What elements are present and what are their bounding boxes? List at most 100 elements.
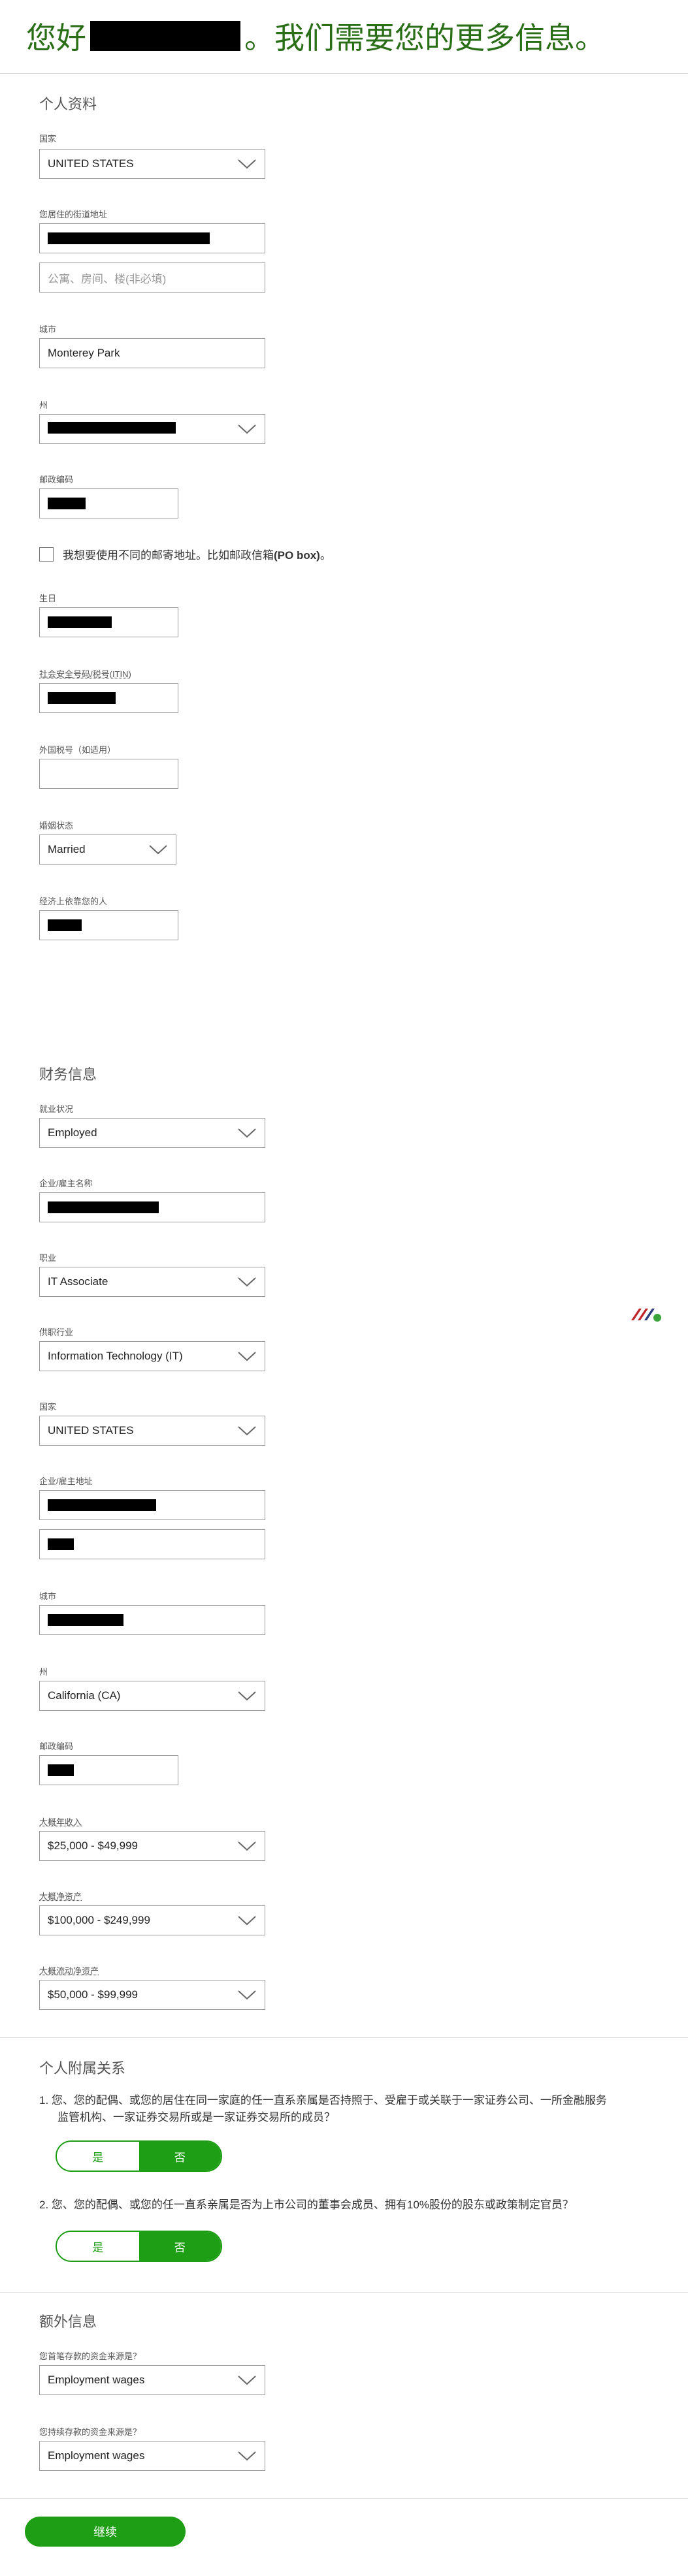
chevron-down-icon: [235, 1348, 257, 1364]
greeting-suffix: 。我们需要您的更多信息。: [244, 21, 605, 55]
chevron-down-icon: [235, 1838, 257, 1854]
chevron-down-icon: [235, 2448, 257, 2464]
brand-logo-icon: [631, 1309, 661, 1322]
employer-name-label: 企业/雇主名称: [39, 1179, 93, 1188]
affiliation-2-yes[interactable]: 是: [57, 2232, 139, 2261]
dependents-label: 经济上依靠您的人: [39, 897, 108, 906]
foreign-tax-label: 外国税号（如适用）: [39, 745, 116, 755]
chevron-down-icon: [235, 1987, 257, 2003]
industry-label: 供职行业: [39, 1328, 74, 1337]
redacted-value: [48, 1499, 156, 1511]
street-address-label: 您居住的街道地址: [39, 210, 108, 219]
ssn-input[interactable]: [39, 683, 178, 713]
annual-income-select[interactable]: $25,000 - $49,999: [39, 1831, 265, 1861]
employer-state-select[interactable]: California (CA): [39, 1681, 265, 1711]
initial-fund-source-value: Employment wages: [48, 2374, 145, 2386]
city-label: 城市: [39, 325, 57, 334]
personal-info-title: 个人资料: [39, 96, 97, 112]
state-select-value: [48, 421, 235, 437]
different-mailing-address[interactable]: 我想要使用不同的邮寄地址。比如邮政信箱(PO box)。: [39, 546, 331, 562]
employment-status-label: 就业状况: [39, 1104, 74, 1114]
extra-info-title: 额外信息: [39, 2314, 97, 2330]
industry-select[interactable]: Information Technology (IT): [39, 1341, 265, 1371]
occupation-select[interactable]: IT Associate: [39, 1267, 265, 1297]
affiliation-2-toggle[interactable]: 是 否: [56, 2231, 222, 2262]
liquid-net-worth-value: $50,000 - $99,999: [48, 1988, 139, 2001]
mailing-address-checkbox[interactable]: [39, 547, 54, 562]
redacted-value: [48, 1614, 123, 1626]
affiliation-question-2: 2. 您、您的配偶、或您的任一直系亲属是否为上市公司的董事会成员、拥有10%股份…: [39, 2199, 574, 2211]
net-worth-select[interactable]: $100,000 - $249,999: [39, 1905, 265, 1935]
employer-address-input[interactable]: [39, 1490, 265, 1520]
city-input[interactable]: Monterey Park: [39, 338, 265, 368]
employer-zip-label: 邮政编码: [39, 1741, 74, 1751]
continue-button[interactable]: 继续: [25, 2517, 186, 2547]
birthday-input[interactable]: [39, 607, 178, 637]
liquid-net-worth-select[interactable]: $50,000 - $99,999: [39, 1980, 265, 2010]
chevron-down-icon: [235, 1423, 257, 1439]
country-select-value: UNITED STATES: [48, 157, 134, 170]
net-worth-label: 大概净资产: [39, 1892, 82, 1901]
occupation-label: 职业: [39, 1253, 57, 1263]
employer-state-value: California (CA): [48, 1689, 121, 1702]
chevron-down-icon: [235, 1274, 257, 1290]
occupation-value: IT Associate: [48, 1275, 108, 1288]
employer-name-input[interactable]: [39, 1192, 265, 1222]
annual-income-label: 大概年收入: [39, 1817, 82, 1827]
chevron-down-icon: [146, 842, 168, 857]
redacted-value: [48, 1538, 74, 1550]
street-address-input[interactable]: [39, 223, 265, 253]
affiliation-1-no[interactable]: 否: [139, 2142, 221, 2171]
zip-input[interactable]: [39, 488, 178, 518]
marital-status-label: 婚姻状态: [39, 821, 74, 831]
country-select[interactable]: UNITED STATES: [39, 149, 265, 179]
initial-fund-source-select[interactable]: Employment wages: [39, 2365, 265, 2395]
address-line2-input[interactable]: 公寓、房间、楼(非必填): [39, 262, 265, 293]
dependents-input[interactable]: [39, 910, 178, 940]
affiliation-1-yes[interactable]: 是: [57, 2142, 139, 2171]
state-label: 州: [39, 400, 48, 410]
employer-city-input[interactable]: [39, 1605, 265, 1635]
redacted-value: [48, 1201, 159, 1213]
birthday-label: 生日: [39, 594, 57, 603]
employer-address-line2-input[interactable]: [39, 1529, 265, 1559]
affiliation-1-toggle[interactable]: 是 否: [56, 2140, 222, 2172]
redacted-name: [90, 21, 240, 51]
redacted-value: [48, 498, 86, 509]
employer-country-select[interactable]: UNITED STATES: [39, 1416, 265, 1446]
net-worth-value: $100,000 - $249,999: [48, 1914, 150, 1926]
affiliation-2-no[interactable]: 否: [139, 2232, 221, 2261]
affiliations-title: 个人附属关系: [39, 2060, 126, 2076]
initial-fund-source-label: 您首笔存款的资金来源是？: [39, 2351, 142, 2361]
foreign-tax-input[interactable]: [39, 759, 178, 789]
affiliation-question-1: 1. 您、您的配偶、或您的居住在同一家庭的任一直系亲属是否持照于、受雇于或关联于…: [39, 2094, 607, 2123]
annual-income-value: $25,000 - $49,999: [48, 1839, 139, 1852]
marital-status-select[interactable]: Married: [39, 835, 176, 865]
chevron-down-icon: [235, 1688, 257, 1704]
employment-status-select[interactable]: Employed: [39, 1118, 265, 1148]
ongoing-fund-source-label: 您持续存款的资金来源是？: [39, 2427, 142, 2437]
redacted-value: [48, 421, 176, 434]
chevron-down-icon: [235, 1125, 257, 1141]
state-select[interactable]: [39, 414, 265, 444]
section-divider: [0, 2037, 688, 2038]
employment-status-value: Employed: [48, 1126, 97, 1139]
employer-state-label: 州: [39, 1667, 48, 1677]
redacted-value: [48, 919, 82, 931]
employer-country-label: 国家: [39, 1402, 57, 1412]
ongoing-fund-source-select[interactable]: Employment wages: [39, 2441, 265, 2471]
mailing-address-label: 我想要使用不同的邮寄地址。比如邮政信箱(PO box)。: [63, 549, 331, 562]
redacted-value: [48, 692, 116, 704]
section-divider: [0, 2498, 688, 2499]
employer-zip-input[interactable]: [39, 1755, 178, 1785]
employer-country-value: UNITED STATES: [48, 1424, 134, 1437]
ongoing-fund-source-value: Employment wages: [48, 2449, 145, 2462]
employer-city-label: 城市: [39, 1591, 57, 1601]
marital-status-value: Married: [48, 843, 86, 855]
country-label: 国家: [39, 134, 57, 144]
employer-address-label: 企业/雇主地址: [39, 1476, 93, 1486]
chevron-down-icon: [235, 156, 257, 172]
redacted-value: [48, 1764, 74, 1776]
page-title: 您好 。我们需要您的更多信息。: [26, 14, 605, 57]
chevron-down-icon: [235, 2372, 257, 2388]
